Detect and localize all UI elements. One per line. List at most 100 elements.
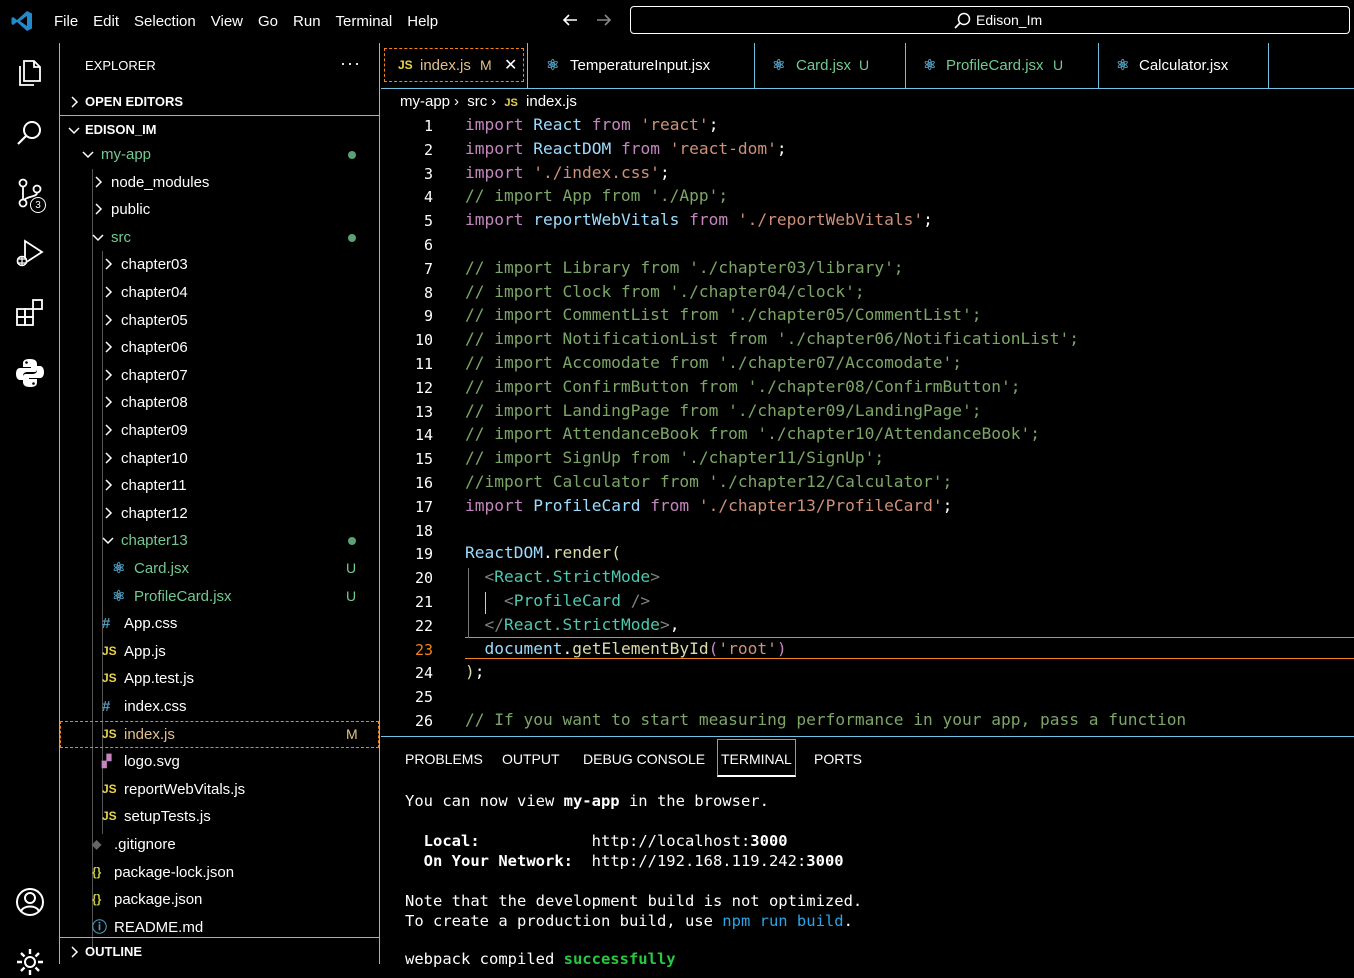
chevron-right-icon (95, 203, 103, 215)
tree-item[interactable]: ⚛ ProfileCard.jsx U (60, 583, 379, 610)
chevron-right-icon: › (491, 93, 497, 110)
code-editor[interactable]: 1 2 3 4 5 6 7 8 9 10 11 12 13 14 15 16 17 18 19 20 21 22 23 24 2… (381, 114, 1354, 736)
tree-item-label: chapter07 (121, 366, 188, 384)
line-number: 11 (414, 355, 433, 373)
tab-profile-card-jsx[interactable]: ⚛ ProfileCard.jsx U (906, 43, 1099, 88)
tree-item[interactable]: chapter06 (60, 334, 379, 361)
accounts-icon[interactable] (14, 886, 46, 918)
tree-item[interactable]: chapter09 (60, 417, 379, 444)
extensions-icon[interactable] (14, 297, 46, 329)
panel-tab-terminal[interactable]: TERMINAL (717, 739, 796, 777)
chevron-right-icon (105, 396, 113, 408)
tree-item-label: App.css (124, 615, 178, 633)
code-line: // import Clock from './chapter04/clock'… (465, 281, 865, 301)
explorer-files-icon[interactable] (14, 57, 46, 89)
tree-item[interactable]: ◆ .gitignore (60, 831, 379, 858)
settings-gear-icon[interactable] (14, 946, 46, 978)
search-icon[interactable] (14, 117, 46, 149)
tab-card-jsx[interactable]: ⚛ Card.jsx U (755, 43, 906, 88)
command-center-search[interactable]: Edison_Im (630, 6, 1350, 34)
tree-item[interactable]: chapter12 (60, 500, 379, 527)
tree-item[interactable]: node_modules (60, 169, 379, 196)
tree-item[interactable]: JS App.test.js (60, 665, 379, 692)
tree-item-label: Card.jsx (134, 560, 190, 577)
tree-item[interactable]: # App.css (60, 610, 379, 637)
menu-run[interactable]: Run (291, 13, 332, 30)
tree-item[interactable]: ⚛ Card.jsx U (60, 555, 379, 582)
tree-item[interactable]: JS App.js (60, 638, 379, 665)
tree-item[interactable]: JS setupTests.js (60, 803, 379, 830)
git-status: U (346, 560, 357, 576)
tree-item[interactable]: chapter07 (60, 362, 379, 389)
tree-item-label: public (111, 201, 151, 219)
chevron-right-icon (105, 424, 113, 436)
search-icon (954, 12, 971, 29)
tree-item[interactable]: ▞ logo.svg (60, 748, 379, 775)
tree-item[interactable]: chapter08 (60, 389, 379, 416)
git-change-dot (348, 537, 356, 546)
tab-label: TemperatureInput.jsx (570, 57, 711, 74)
tab-index-js[interactable]: JS index.js M ✕ (381, 43, 528, 88)
tab-modified-mark: M (480, 57, 492, 73)
breadcrumb-my-app[interactable]: my-app (400, 93, 450, 110)
tab-label: index.js (420, 57, 471, 74)
python-icon[interactable] (14, 357, 46, 389)
workspace-section[interactable]: EDISON_IM (60, 116, 379, 143)
tree-item[interactable]: public (60, 196, 379, 223)
tree-item[interactable]: src (60, 224, 379, 251)
menu-help[interactable]: Help (405, 13, 449, 30)
tree-item[interactable]: chapter10 (60, 445, 379, 472)
tree-item[interactable]: chapter05 (60, 307, 379, 334)
tab-temperature-input[interactable]: ⚛ TemperatureInput.jsx (528, 43, 755, 88)
menu-view[interactable]: View (209, 13, 254, 30)
chevron-right-icon (105, 341, 113, 353)
menu-terminal[interactable]: Terminal (334, 13, 404, 30)
back-arrow-icon[interactable] (560, 10, 580, 30)
chevron-right-icon (105, 258, 113, 270)
menu-edit[interactable]: Edit (91, 13, 130, 30)
chevron-right-icon (105, 452, 113, 464)
tree-item[interactable]: JS index.js M (60, 720, 379, 748)
tree-item[interactable]: chapter13 (60, 527, 379, 554)
line-number: 18 (414, 521, 433, 540)
outline-section[interactable]: OUTLINE (60, 938, 379, 965)
open-editors-section[interactable]: OPEN EDITORS (60, 88, 379, 115)
breadcrumb-index-js[interactable]: index.js (526, 93, 577, 110)
tree-item[interactable]: {} package.json (60, 886, 379, 913)
panel-tab-output[interactable]: OUTPUT (502, 749, 560, 777)
panel-tab-ports[interactable]: PORTS (814, 749, 862, 777)
javascript-file-icon: JS (102, 671, 117, 686)
breadcrumb-src[interactable]: src (467, 93, 487, 110)
tree-item[interactable]: chapter03 (60, 251, 379, 278)
react-file-icon: ⚛ (112, 587, 126, 605)
close-icon[interactable]: ✕ (504, 43, 517, 88)
command-center-text: Edison_Im (976, 12, 1043, 28)
tree-item-label: my-app (101, 146, 152, 163)
tree-item[interactable]: JS reportWebVitals.js (60, 776, 379, 803)
run-debug-icon[interactable] (14, 237, 46, 269)
tree-item[interactable]: chapter04 (60, 279, 379, 306)
bottom-panel: PROBLEMS OUTPUT DEBUG CONSOLE TERMINAL P… (381, 736, 1354, 968)
chevron-down-icon (102, 537, 114, 545)
forward-arrow-icon[interactable] (594, 10, 614, 30)
menu-selection[interactable]: Selection (132, 13, 207, 30)
tree-item[interactable]: # index.css (60, 693, 379, 720)
tree-item[interactable]: chapter11 (60, 472, 379, 499)
tree-item[interactable]: {} package-lock.json (60, 859, 379, 886)
line-number: 4 (423, 188, 433, 207)
panel-tab-problems[interactable]: PROBLEMS (405, 749, 483, 777)
outline-label: OUTLINE (85, 944, 143, 959)
tree-item[interactable]: my-app (60, 141, 379, 168)
panel-tab-debug-console[interactable]: DEBUG CONSOLE (583, 749, 705, 777)
line-number: 12 (414, 378, 433, 397)
tab-calculator-jsx[interactable]: ⚛ Calculator.jsx (1099, 43, 1269, 88)
tree-item-label: index.css (124, 698, 187, 715)
more-actions-icon[interactable]: ··· (340, 53, 361, 74)
chevron-right-icon (105, 507, 113, 519)
git-status: M (346, 725, 358, 742)
menu-go[interactable]: Go (256, 13, 289, 30)
menu-file[interactable]: File (52, 13, 89, 30)
line-number: 14 (414, 426, 433, 445)
line-number: 15 (414, 450, 433, 469)
line-number: 2 (423, 140, 433, 159)
